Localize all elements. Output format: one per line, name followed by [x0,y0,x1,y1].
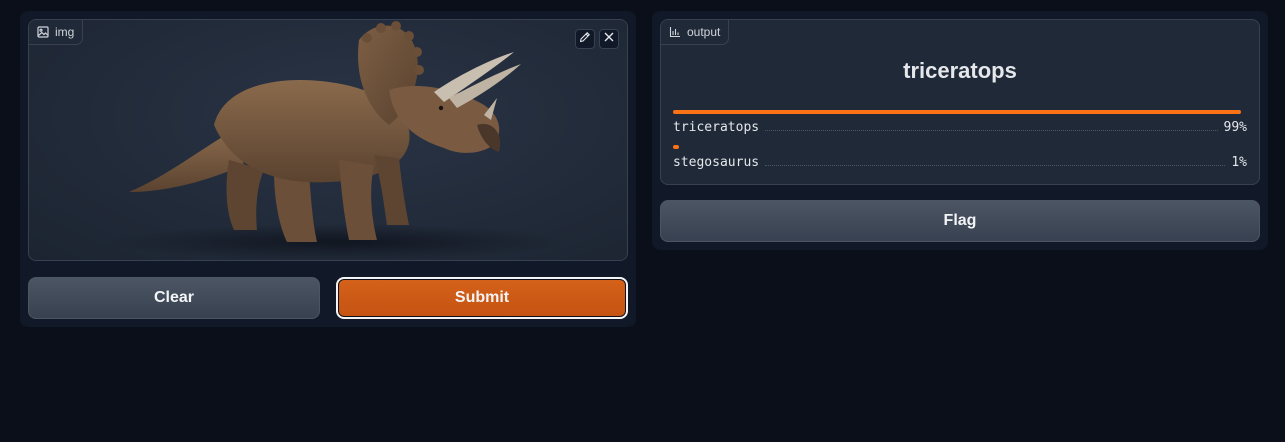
remove-image-button[interactable] [599,29,619,49]
output-label-text: output [687,25,721,39]
image-input-label: img [29,20,84,45]
bar-chart-icon [669,26,681,38]
confidence-percent: 99% [1223,120,1247,135]
input-panel: img Clear Submit [20,11,636,327]
confidence-row: stegosaurus 1% [673,145,1247,170]
output-panel: output triceratops triceratops 99% stego… [652,11,1268,250]
uploaded-image [29,20,627,260]
edit-button[interactable] [575,29,595,49]
confidence-bar [673,145,679,149]
flag-button[interactable]: Flag [660,200,1260,242]
clear-button[interactable]: Clear [28,277,320,319]
confidence-bar [673,110,1242,114]
submit-button[interactable]: Submit [336,277,628,319]
confidence-percent: 1% [1231,155,1247,170]
dotted-leader [765,130,1218,131]
confidence-label: stegosaurus [673,155,760,170]
confidence-label: triceratops [673,120,760,135]
confidence-row: triceratops 99% [673,110,1247,135]
predicted-label: triceratops [903,58,1017,83]
output-label: output [661,20,730,45]
dotted-leader [765,165,1226,166]
image-icon [37,26,49,38]
image-input[interactable]: img [28,19,628,261]
close-icon [603,30,615,48]
pencil-icon [579,30,591,48]
image-input-label-text: img [55,25,75,39]
label-output: output triceratops triceratops 99% stego… [660,19,1260,185]
